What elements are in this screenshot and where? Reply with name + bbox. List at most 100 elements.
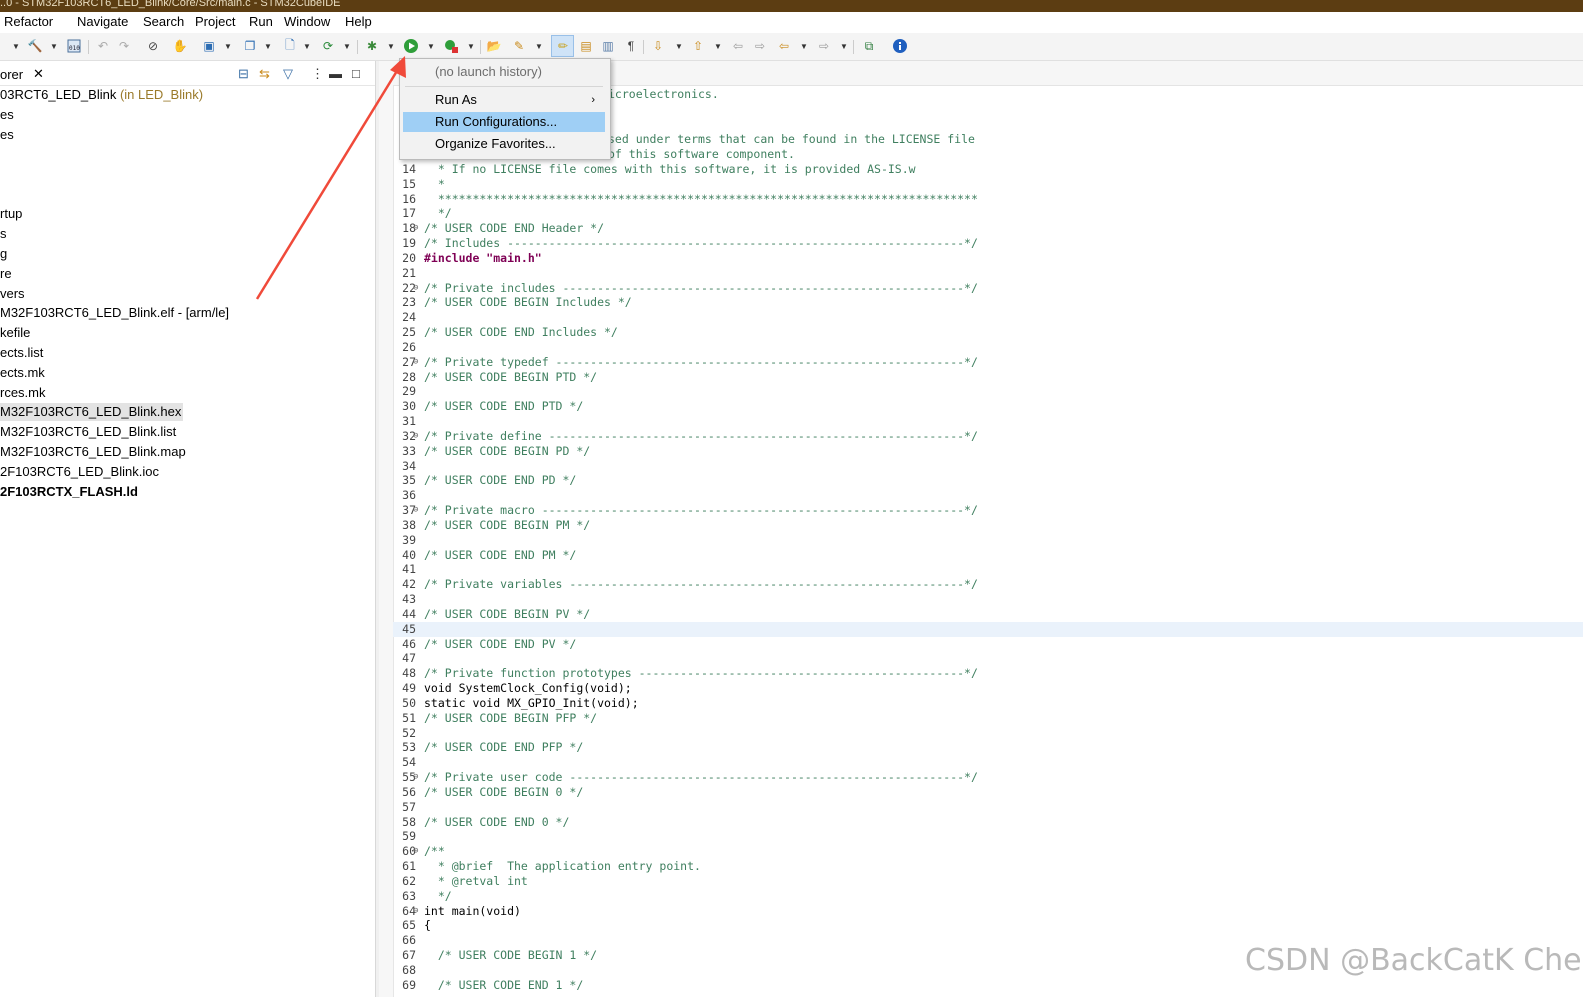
menu-help[interactable]: Help — [345, 14, 372, 29]
tree-item[interactable]: es — [0, 106, 14, 124]
back-icon[interactable]: ⇦ — [776, 38, 792, 54]
code-line: 20 #include "main.h" — [393, 251, 1583, 266]
chevron-down-icon[interactable]: ▼ — [800, 38, 808, 54]
chevron-down-icon[interactable]: ▼ — [675, 38, 683, 54]
hammer-icon[interactable]: 🔨 — [27, 38, 43, 54]
open-perspective-icon[interactable]: ⧉ — [861, 38, 877, 54]
tree-item[interactable]: ects.mk — [0, 364, 45, 382]
code-line: 23/* USER CODE BEGIN Includes */ — [393, 295, 1583, 310]
chevron-down-icon[interactable]: ▼ — [840, 38, 848, 54]
last-edit-icon[interactable]: ⇦ — [730, 38, 746, 54]
fold-toggle-icon[interactable]: ⊖ — [413, 904, 418, 919]
code-line: 69 /* USER CODE END 1 */ — [393, 978, 1583, 993]
code-line: 47 — [393, 651, 1583, 666]
fold-toggle-icon[interactable]: ⊖ — [413, 429, 418, 444]
collapse-all-icon[interactable]: ⊟ — [238, 66, 249, 82]
tree-item-selected[interactable]: M32F103RCT6_LED_Blink.hex — [0, 403, 184, 421]
chevron-down-icon[interactable]: ▼ — [427, 38, 435, 54]
close-icon[interactable]: ✕ — [33, 66, 44, 82]
code-line: 53 /* USER CODE END PFP */ — [393, 740, 1583, 755]
info-icon[interactable] — [892, 38, 908, 54]
fold-toggle-icon[interactable]: ⊖ — [413, 503, 418, 518]
code-text: void SystemClock_Config(void); — [424, 681, 632, 695]
chevron-down-icon[interactable]: ▼ — [50, 38, 58, 54]
tree-item[interactable]: ects.list — [0, 344, 43, 362]
code-line: 65 { — [393, 918, 1583, 933]
code-editor[interactable]: icroelectronics. sed under terms that ca… — [393, 85, 1583, 997]
skip-breakpoints-icon[interactable]: ⊘ — [145, 38, 161, 54]
code-line: 35 /* USER CODE END PD */ — [393, 473, 1583, 488]
menu-refactor[interactable]: Refactor — [4, 14, 53, 29]
code-line: 40 /* USER CODE END PM */ — [393, 548, 1583, 563]
pilcrow-icon[interactable]: ¶ — [623, 38, 639, 54]
menu-run[interactable]: Run — [249, 14, 273, 29]
forward-icon[interactable]: ⇨ — [816, 38, 832, 54]
tree-item[interactable]: rtup — [0, 205, 22, 223]
hand-icon[interactable]: ✋ — [172, 38, 188, 54]
tree-item[interactable]: s — [0, 225, 7, 243]
line-number: 53 — [402, 740, 416, 754]
line-number: 63 — [402, 889, 416, 903]
prev-annotation-icon[interactable]: ⇧ — [690, 38, 706, 54]
tab-project-explorer[interactable]: orer — [0, 67, 23, 82]
tree-item[interactable]: M32F103RCT6_LED_Blink.map — [0, 443, 186, 461]
show-whitespace-icon[interactable]: ▥ — [600, 38, 616, 54]
new-project-icon[interactable]: ▣ — [201, 38, 217, 54]
menu-item-label: Run As — [435, 92, 477, 107]
tree-item[interactable]: M32F103RCT6_LED_Blink.elf - [arm/le] — [0, 304, 229, 322]
line-number: 47 — [402, 651, 416, 665]
menu-search[interactable]: Search — [143, 14, 184, 29]
mark-occurrences-icon[interactable]: ✏ — [555, 38, 571, 54]
undo-nav-icon[interactable]: ↶ — [95, 38, 111, 54]
code-text: /* USER CODE BEGIN PTD */ — [424, 370, 598, 384]
fold-toggle-icon[interactable]: ⊖ — [413, 844, 418, 859]
line-number: 34 — [402, 459, 416, 473]
open-type-icon[interactable]: 📂 — [486, 38, 502, 54]
next-annotation-icon[interactable]: ⇩ — [650, 38, 666, 54]
fold-toggle-icon[interactable]: ⊖ — [413, 355, 418, 370]
tree-item[interactable]: es — [0, 126, 14, 144]
code-line: 19/* Includes --------------------------… — [393, 236, 1583, 251]
menu-item-run-as[interactable]: Run As › — [403, 90, 605, 110]
code-text: /* USER CODE END Header */ — [424, 221, 605, 235]
search-icon[interactable]: ✎ — [511, 38, 527, 54]
code-line: 25 /* USER CODE END Includes */ — [393, 325, 1583, 340]
code-line: 14 * If no LICENSE file comes with this … — [393, 162, 1583, 177]
line-number: 68 — [402, 963, 416, 977]
tree-item[interactable]: 2F103RCT6_LED_Blink.ioc — [0, 463, 159, 481]
binary-icon[interactable]: 010 — [66, 38, 82, 54]
menu-project[interactable]: Project — [195, 14, 235, 29]
code-line: 56 /* USER CODE BEGIN 0 */ — [393, 785, 1583, 800]
chevron-down-icon[interactable]: ▼ — [535, 38, 543, 54]
chevron-down-icon[interactable]: ▼ — [12, 38, 20, 54]
code-text: /* USER CODE END PV */ — [424, 637, 577, 651]
redo-nav-icon[interactable]: ↷ — [116, 38, 132, 54]
code-text: #include "main.h" — [424, 251, 542, 265]
toggle-block-icon[interactable]: ▤ — [578, 38, 594, 54]
tree-item[interactable]: vers — [0, 285, 25, 303]
tree-item[interactable]: g — [0, 245, 7, 263]
tree-item[interactable]: re — [0, 265, 12, 283]
tree-item[interactable]: rces.mk — [0, 384, 46, 402]
code-line: 51 /* USER CODE BEGIN PFP */ — [393, 711, 1583, 726]
tree-item-label: 03RCT6_LED_Blink — [0, 87, 117, 102]
fold-toggle-icon[interactable]: ⊖ — [413, 770, 418, 785]
tree-item[interactable]: 2F103RCTX_FLASH.ld — [0, 483, 138, 501]
menu-navigate[interactable]: Navigate — [77, 14, 128, 29]
line-number: 41 — [402, 562, 416, 576]
tree-item-project[interactable]: 03RCT6_LED_Blink (in LED_Blink) — [0, 86, 203, 104]
menu-window[interactable]: Window — [284, 14, 330, 29]
code-text: { — [424, 918, 431, 932]
menu-item-run-configurations[interactable]: Run Configurations... — [403, 112, 605, 132]
chevron-down-icon[interactable]: ▼ — [714, 38, 722, 54]
tree-item[interactable]: M32F103RCT6_LED_Blink.list — [0, 423, 176, 441]
chevron-down-icon[interactable]: ▼ — [467, 38, 475, 54]
external-tools-icon[interactable] — [443, 38, 459, 54]
tree-item[interactable]: kefile — [0, 324, 30, 342]
forward-edit-icon[interactable]: ⇨ — [752, 38, 768, 54]
menu-item-organize-favorites[interactable]: Organize Favorites... — [403, 134, 605, 154]
code-line: 52 — [393, 726, 1583, 741]
code-text: /* Private macro -----------------------… — [424, 503, 978, 517]
chevron-down-icon[interactable]: ▼ — [224, 38, 232, 54]
code-line: 60 ⊖/** — [393, 844, 1583, 859]
